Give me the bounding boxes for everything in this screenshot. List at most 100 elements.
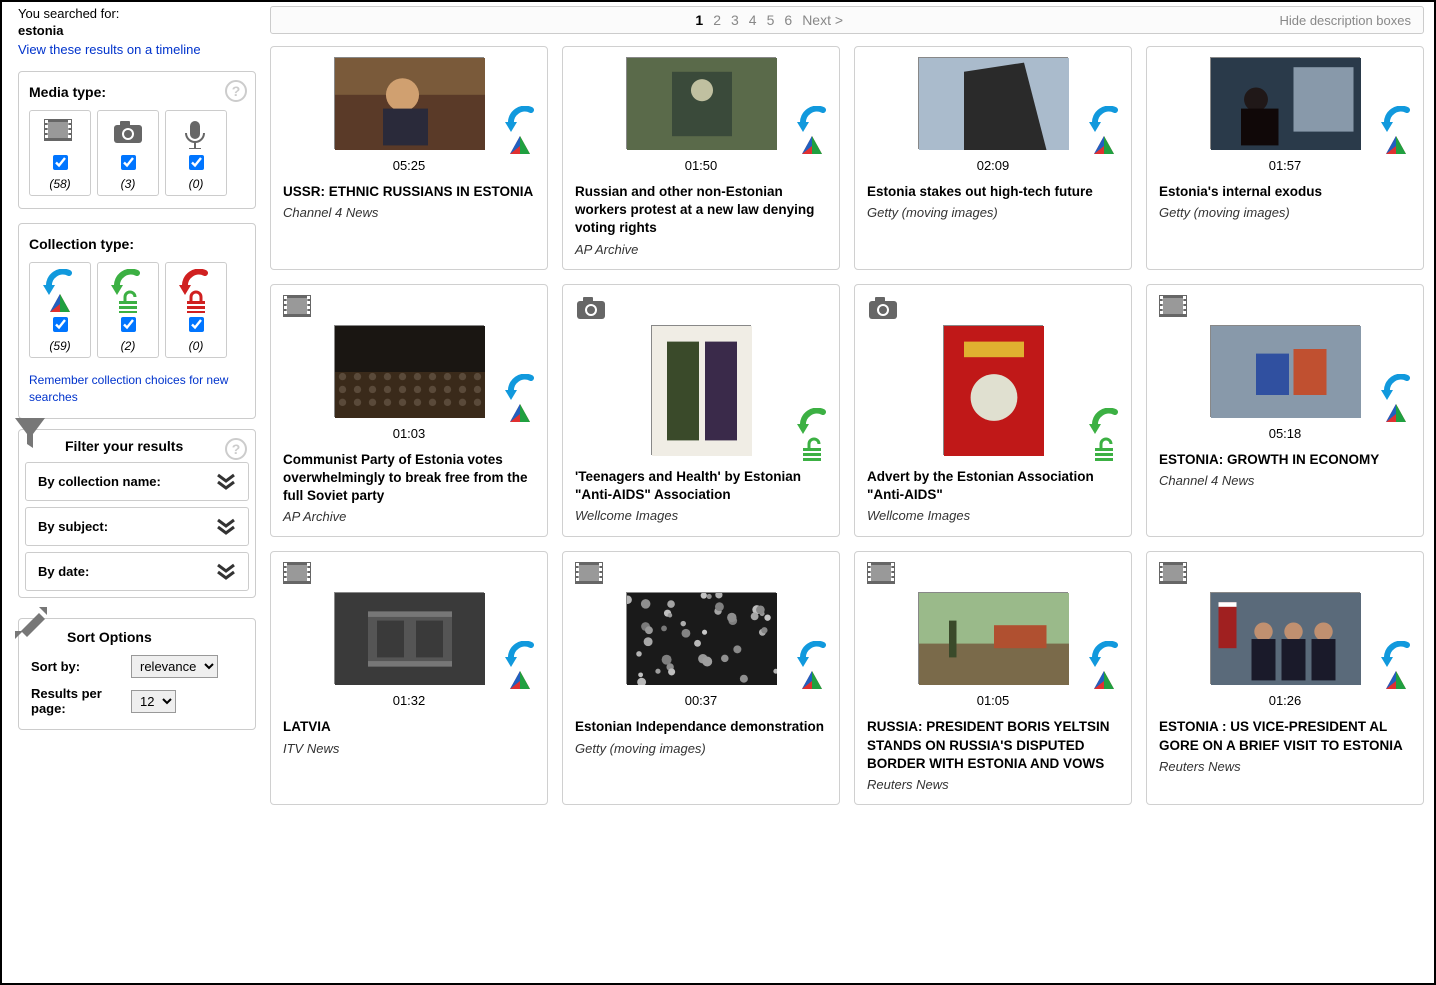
result-title[interactable]: Estonia's internal exodus xyxy=(1159,183,1411,201)
camera-icon xyxy=(575,295,827,319)
green-arrow-lock-icon xyxy=(102,269,154,313)
result-title[interactable]: Estonia stakes out high-tech future xyxy=(867,183,1119,201)
timeline-link[interactable]: View these results on a timeline xyxy=(18,42,256,57)
red-arrow-lock-icon xyxy=(170,269,222,313)
help-icon[interactable]: ? xyxy=(225,80,247,102)
result-title[interactable]: Communist Party of Estonia votes overwhe… xyxy=(283,451,535,506)
remember-choices-link[interactable]: Remember collection choices for new sear… xyxy=(29,372,245,406)
tri-badge-icon xyxy=(800,134,826,156)
result-source: Getty (moving images) xyxy=(1159,205,1411,220)
media-type-film-count: (58) xyxy=(34,177,86,191)
result-card[interactable]: 05:25USSR: ETHNIC RUSSIANS IN ESTONIACha… xyxy=(270,46,548,270)
collection-type-green-arrow-lock[interactable]: (2) xyxy=(97,262,159,358)
result-title[interactable]: Estonian Independance demonstration xyxy=(575,718,827,736)
media-type-camera[interactable]: (3) xyxy=(97,110,159,196)
result-card[interactable]: Advert by the Estonian Association "Anti… xyxy=(854,284,1132,538)
filter-row[interactable]: By subject: xyxy=(25,507,249,546)
result-thumbnail[interactable] xyxy=(1210,325,1360,417)
result-title[interactable]: 'Teenagers and Health' by Estonian "Anti… xyxy=(575,468,827,504)
sort-arrows-icon xyxy=(13,605,49,641)
result-title[interactable]: LATVIA xyxy=(283,718,535,736)
tri-badge-icon xyxy=(1384,402,1410,424)
result-duration: 00:37 xyxy=(575,693,827,708)
result-card[interactable]: 'Teenagers and Health' by Estonian "Anti… xyxy=(562,284,840,538)
result-card[interactable]: 01:32 LATVIA ITV News xyxy=(270,551,548,805)
result-thumbnail[interactable] xyxy=(626,57,776,149)
page-next[interactable]: Next > xyxy=(802,12,843,28)
page-4[interactable]: 4 xyxy=(749,12,757,28)
chevron-down-icon xyxy=(216,473,236,490)
result-thumbnail[interactable] xyxy=(651,325,751,455)
result-card[interactable]: 00:37 Estonian Independance demonstration… xyxy=(562,551,840,805)
result-thumbnail[interactable] xyxy=(918,57,1068,149)
result-thumbnail[interactable] xyxy=(1210,592,1360,684)
sort-by-select[interactable]: relevance xyxy=(131,655,218,678)
result-card[interactable]: 01:26 ESTONIA : US VICE-PRESIDENT AL GORE… xyxy=(1146,551,1424,805)
microphone-icon xyxy=(170,117,222,151)
filter-heading: Filter your results xyxy=(65,438,183,454)
result-card[interactable]: 01:03Communist Party of Estonia votes ov… xyxy=(270,284,548,538)
result-thumbnail[interactable] xyxy=(334,325,484,417)
hide-description-toggle[interactable]: Hide description boxes xyxy=(1267,13,1423,28)
page-3[interactable]: 3 xyxy=(731,12,739,28)
collection-type-green-arrow-lock-count: (2) xyxy=(102,339,154,353)
result-thumbnail[interactable] xyxy=(943,325,1043,455)
chevron-down-icon xyxy=(216,518,236,535)
collection-type-red-arrow-lock-count: (0) xyxy=(170,339,222,353)
media-type-camera-checkbox[interactable] xyxy=(121,155,136,170)
filter-row[interactable]: By collection name: xyxy=(25,462,249,501)
page-6[interactable]: 6 xyxy=(784,12,792,28)
result-source: Wellcome Images xyxy=(867,508,1119,523)
media-type-film-checkbox[interactable] xyxy=(53,155,68,170)
result-thumbnail[interactable] xyxy=(334,57,484,149)
sort-heading: Sort Options xyxy=(67,629,243,645)
help-icon[interactable]: ? xyxy=(225,438,247,460)
tri-badge-icon xyxy=(508,134,534,156)
result-title[interactable]: ESTONIA : US VICE-PRESIDENT AL GORE ON A… xyxy=(1159,718,1411,754)
film-icon xyxy=(283,562,535,586)
result-title[interactable]: RUSSIA: PRESIDENT BORIS YELTSIN STANDS O… xyxy=(867,718,1119,773)
collection-type-green-arrow-lock-checkbox[interactable] xyxy=(121,317,136,332)
page-2[interactable]: 2 xyxy=(713,12,721,28)
result-card[interactable]: 01:57Estonia's internal exodusGetty (mov… xyxy=(1146,46,1424,270)
result-source: Getty (moving images) xyxy=(867,205,1119,220)
result-card[interactable]: 02:09Estonia stakes out high-tech future… xyxy=(854,46,1132,270)
result-source: Reuters News xyxy=(867,777,1119,792)
tri-badge-icon xyxy=(1384,669,1410,691)
collection-type-red-arrow-lock[interactable]: (0) xyxy=(165,262,227,358)
result-title[interactable]: ESTONIA: GROWTH IN ECONOMY xyxy=(1159,451,1411,469)
collection-badge xyxy=(1381,106,1413,156)
filter-row[interactable]: By date: xyxy=(25,552,249,591)
result-thumbnail[interactable] xyxy=(334,592,484,684)
result-title[interactable]: Advert by the Estonian Association "Anti… xyxy=(867,468,1119,504)
result-source: ITV News xyxy=(283,741,535,756)
result-duration: 01:26 xyxy=(1159,693,1411,708)
page-5[interactable]: 5 xyxy=(767,12,775,28)
search-term: estonia xyxy=(18,23,256,38)
result-title[interactable]: Russian and other non-Estonian workers p… xyxy=(575,183,827,238)
green-lock-icon xyxy=(801,436,825,462)
collection-type-heading: Collection type: xyxy=(29,236,245,252)
result-thumbnail[interactable] xyxy=(626,592,776,684)
film-icon xyxy=(283,295,535,319)
collection-type-blue-arrow-tri[interactable]: (59) xyxy=(29,262,91,358)
filter-row-label: By subject: xyxy=(38,519,108,534)
media-type-microphone[interactable]: (0) xyxy=(165,110,227,196)
result-card[interactable]: 01:05RUSSIA: PRESIDENT BORIS YELTSIN STA… xyxy=(854,551,1132,805)
result-thumbnail[interactable] xyxy=(1210,57,1360,149)
page-1: 1 xyxy=(695,12,703,28)
collection-badge xyxy=(1089,408,1121,462)
camera-icon xyxy=(867,295,1119,319)
media-type-microphone-checkbox[interactable] xyxy=(189,155,204,170)
blue-arrow-icon xyxy=(505,374,537,402)
result-thumbnail[interactable] xyxy=(918,592,1068,684)
collection-type-blue-arrow-tri-checkbox[interactable] xyxy=(53,317,68,332)
results-per-page-select[interactable]: 12 xyxy=(131,690,176,713)
media-type-film[interactable]: (58) xyxy=(29,110,91,196)
result-duration: 01:32 xyxy=(283,693,535,708)
collection-type-red-arrow-lock-checkbox[interactable] xyxy=(189,317,204,332)
result-title[interactable]: USSR: ETHNIC RUSSIANS IN ESTONIA xyxy=(283,183,535,201)
green-arrow-icon xyxy=(1089,408,1121,436)
result-card[interactable]: 05:18ESTONIA: GROWTH IN ECONOMYChannel 4… xyxy=(1146,284,1424,538)
result-card[interactable]: 01:50Russian and other non-Estonian work… xyxy=(562,46,840,270)
